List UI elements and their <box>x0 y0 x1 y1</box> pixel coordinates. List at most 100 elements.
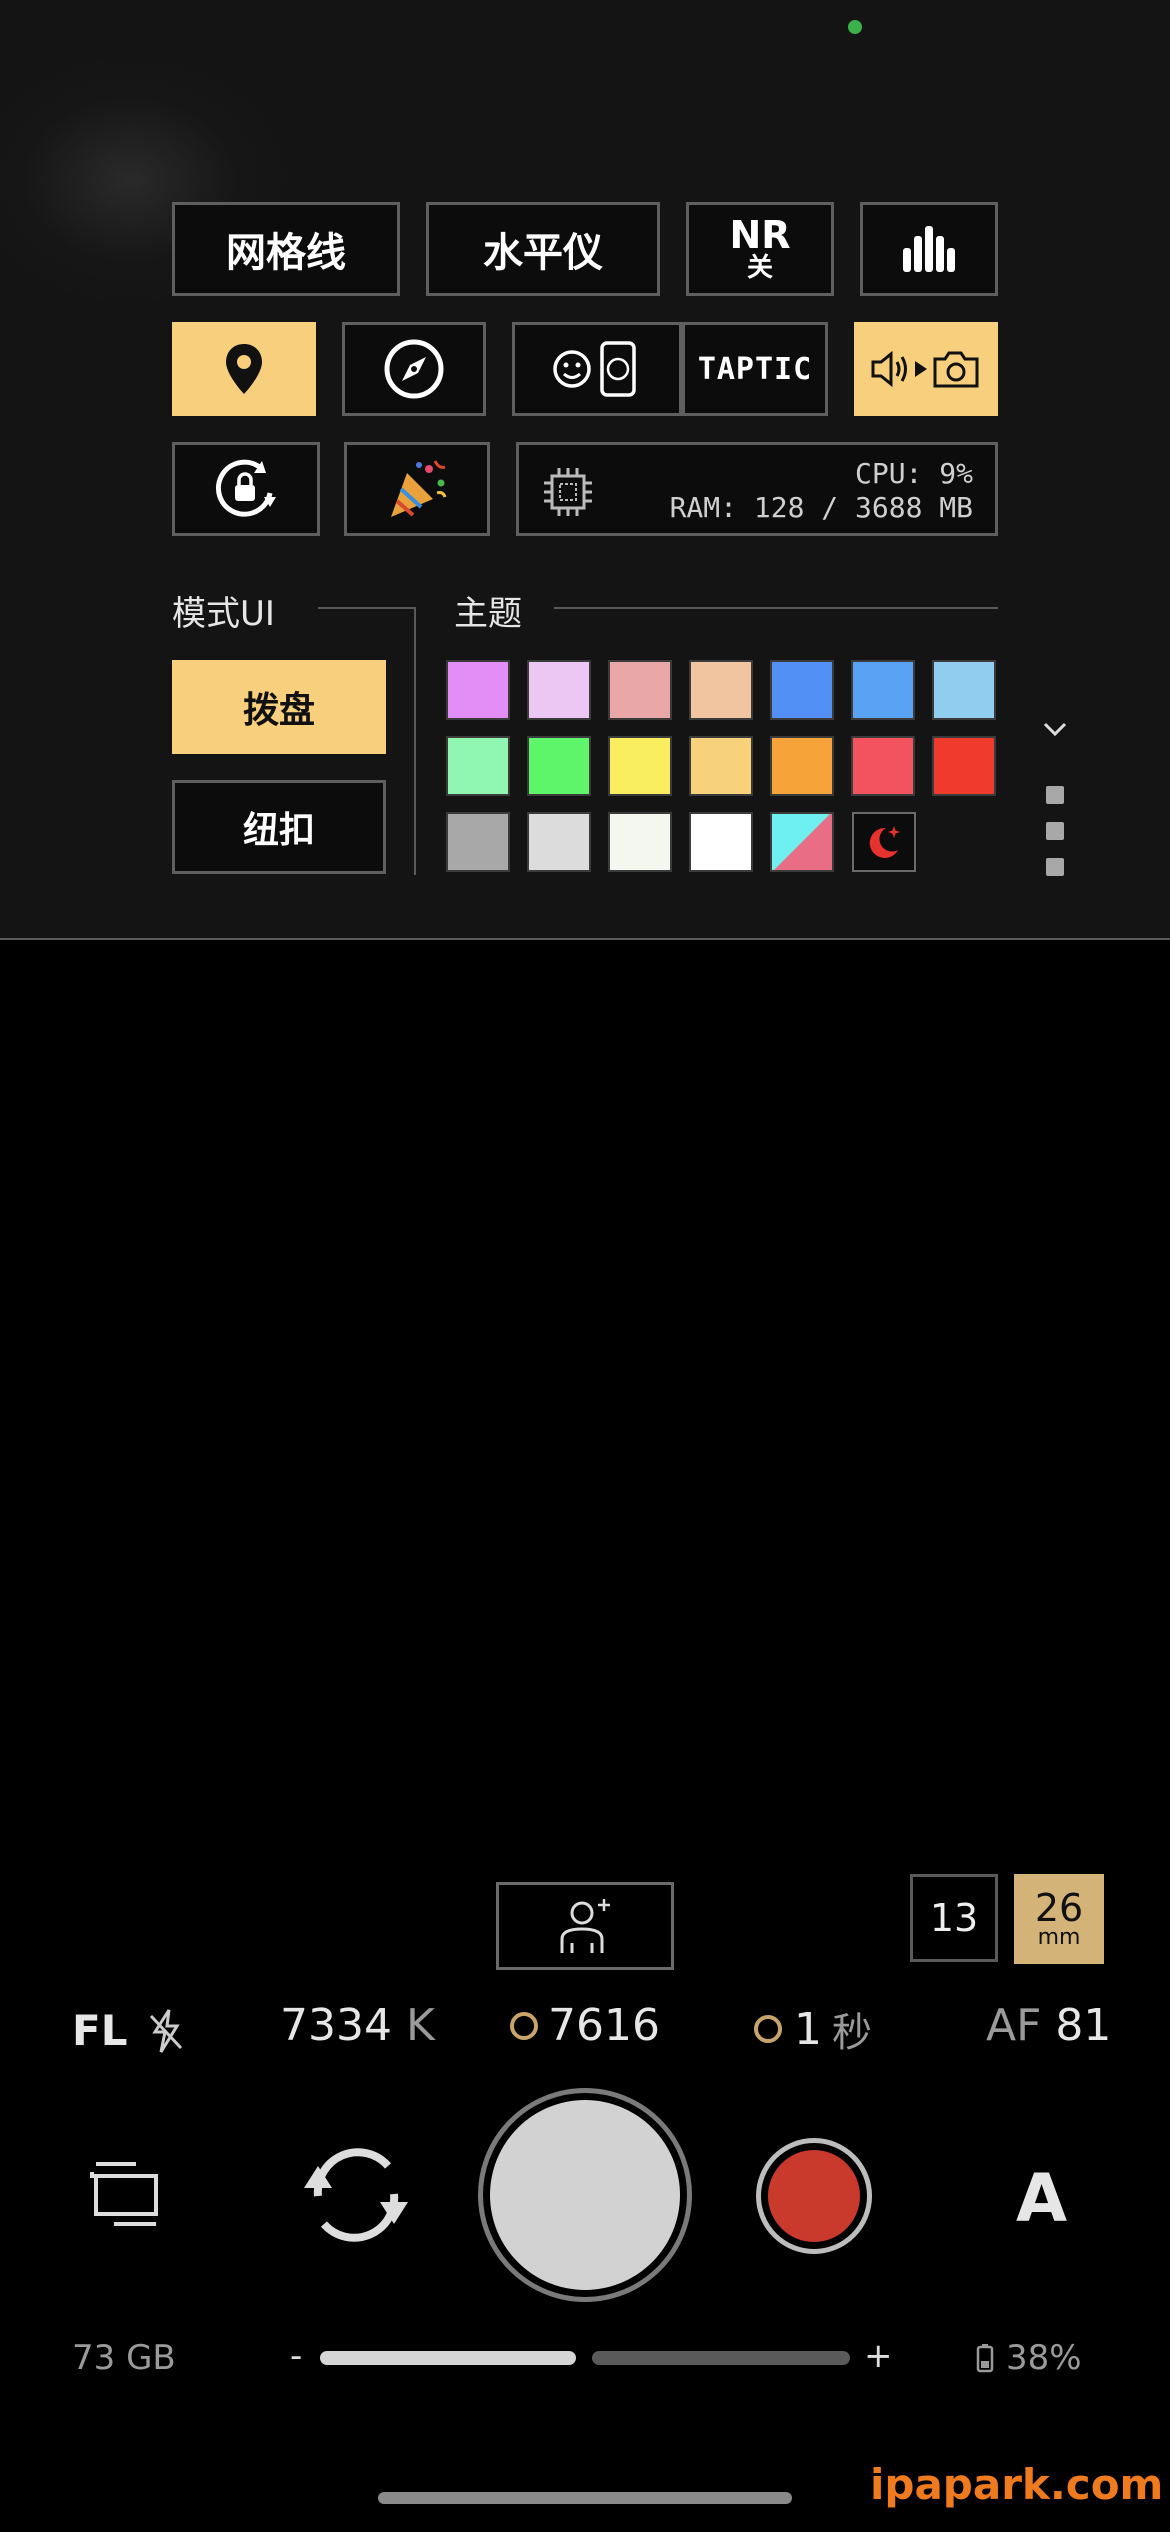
shutter-button[interactable] <box>478 2088 692 2302</box>
mode-dial-option[interactable]: 拨盘 <box>172 660 386 754</box>
theme-swatch[interactable] <box>608 660 672 720</box>
theme-swatch[interactable] <box>932 736 996 796</box>
mode-dial-label: 拨盘 <box>242 690 315 731</box>
flash-label: FL <box>72 2006 128 2055</box>
location-pin-icon <box>226 344 262 394</box>
kelvin-value: 7334 <box>280 2000 392 2051</box>
settings-panel: 网格线 水平仪 NR 关 TAPTIC CPU: 9% RAM: 128 / 3… <box>0 0 1170 940</box>
lens-main-unit: mm <box>1037 1925 1081 1950</box>
record-button-inner <box>768 2150 860 2242</box>
gallery-icon[interactable] <box>88 2158 164 2230</box>
portrait-add-button[interactable] <box>496 1882 674 1970</box>
celebration-button[interactable] <box>344 442 490 536</box>
theme-swatch[interactable] <box>770 736 834 796</box>
focus-control[interactable]: AF 81 <box>986 2000 1111 2051</box>
theme-swatch[interactable] <box>689 812 753 872</box>
home-indicator[interactable] <box>378 2492 792 2504</box>
iso-control[interactable]: 7616 <box>510 2000 660 2051</box>
theme-swatch[interactable] <box>527 736 591 796</box>
shutter-speed-control[interactable]: 1 秒 <box>754 2000 872 2058</box>
party-popper-icon <box>391 460 447 517</box>
theme-swatch[interactable] <box>851 660 915 720</box>
ram-usage: RAM: 128 / 3688 MB <box>669 491 973 524</box>
privacy-indicator <box>848 20 862 34</box>
theme-swatch[interactable] <box>608 736 672 796</box>
cpu-usage: CPU: 9% <box>854 457 973 490</box>
switch-camera-icon[interactable] <box>296 2140 416 2250</box>
nr-title: NR <box>729 213 791 257</box>
mode-button-label: 纽扣 <box>242 810 315 851</box>
face-detection-button[interactable] <box>512 322 682 416</box>
storage-remaining: 73 GB <box>72 2338 176 2378</box>
theme-swatch[interactable] <box>851 736 915 796</box>
system-monitor: CPU: 9% RAM: 128 / 3688 MB <box>516 442 998 536</box>
theme-swatch[interactable] <box>932 660 996 720</box>
af-label: AF <box>986 2000 1042 2051</box>
lens-main-label: 26 <box>1034 1886 1084 1930</box>
chip-icon <box>544 468 592 516</box>
theme-title: 主题 <box>454 594 522 634</box>
theme-swatch[interactable] <box>527 660 591 720</box>
moon-stars-icon <box>869 826 900 858</box>
histogram-button[interactable] <box>860 202 998 296</box>
theme-swatch[interactable] <box>446 812 510 872</box>
shutter-unit: 秒 <box>832 2010 872 2056</box>
compass-button[interactable] <box>342 322 486 416</box>
noise-reduction-button[interactable]: NR 关 <box>686 202 834 296</box>
theme-swatch-dark[interactable] <box>852 812 916 872</box>
theme-swatch[interactable] <box>689 736 753 796</box>
mode-ui-title: 模式UI <box>172 594 275 634</box>
theme-swatch[interactable] <box>446 736 510 796</box>
watermark: ipapark.com <box>870 2460 1164 2509</box>
kelvin-unit: K <box>405 2000 435 2051</box>
rotation-lock-icon <box>216 459 276 517</box>
rotation-lock-button[interactable] <box>172 442 320 536</box>
lens-wide-label: 13 <box>929 1896 979 1940</box>
theme-swatch[interactable] <box>608 812 672 872</box>
nr-state: 关 <box>746 253 773 283</box>
shutter-sound-button[interactable] <box>854 322 998 416</box>
level-label: 水平仪 <box>483 230 603 276</box>
chevron-down-icon[interactable] <box>1042 720 1068 738</box>
page-indicator-3[interactable] <box>1046 858 1064 876</box>
battery-icon <box>976 2344 994 2373</box>
lens-26mm-button[interactable]: 26 mm <box>1014 1874 1104 1964</box>
theme-swatch[interactable] <box>527 812 591 872</box>
zoom-minus[interactable]: - <box>290 2336 302 2376</box>
theme-swatch[interactable] <box>770 660 834 720</box>
face-screen-icon <box>553 341 636 397</box>
zoom-slider-left[interactable] <box>320 2351 576 2365</box>
zoom-plus[interactable]: + <box>864 2336 893 2376</box>
af-value: 81 <box>1055 2000 1112 2051</box>
auto-mode-button[interactable]: A <box>1016 2160 1067 2237</box>
shutter-button-inner <box>490 2100 680 2290</box>
battery-percent: 38% <box>1006 2338 1082 2378</box>
zoom-slider-right[interactable] <box>592 2351 850 2365</box>
page-indicator-2[interactable] <box>1046 822 1064 840</box>
mode-button-option[interactable]: 纽扣 <box>172 780 386 874</box>
taptic-label: TAPTIC <box>697 351 813 387</box>
page-indicator-1[interactable] <box>1046 786 1064 804</box>
compass-icon <box>384 339 444 399</box>
person-add-icon <box>560 1899 610 1953</box>
grid-lines-label: 网格线 <box>226 230 346 276</box>
grid-lines-button[interactable]: 网格线 <box>172 202 400 296</box>
theme-swatch-gradient[interactable] <box>770 812 834 872</box>
mode-ui-divider <box>318 607 414 609</box>
iso-auto-ring-icon <box>510 2011 538 2040</box>
shutter-value: 1 <box>794 2003 822 2055</box>
taptic-button[interactable]: TAPTIC <box>682 322 828 416</box>
theme-divider <box>554 607 998 609</box>
theme-swatch[interactable] <box>446 660 510 720</box>
white-balance-control[interactable]: 7334 K <box>280 2000 435 2051</box>
theme-swatch[interactable] <box>689 660 753 720</box>
section-divider <box>414 607 416 875</box>
histogram-icon <box>903 226 955 272</box>
flash-control[interactable]: FL <box>72 2006 185 2055</box>
flash-off-icon <box>150 2008 183 2053</box>
location-button[interactable] <box>172 322 316 416</box>
lens-13mm-button[interactable]: 13 <box>910 1874 998 1962</box>
sound-camera-icon <box>871 350 979 388</box>
record-button[interactable] <box>756 2138 872 2254</box>
level-button[interactable]: 水平仪 <box>426 202 660 296</box>
